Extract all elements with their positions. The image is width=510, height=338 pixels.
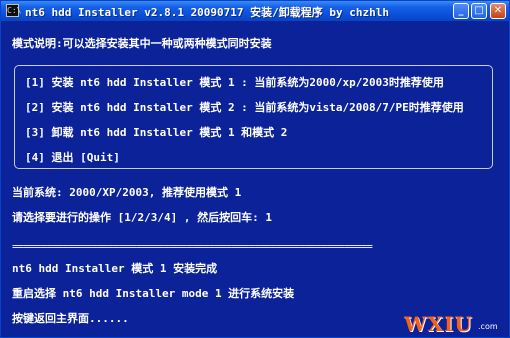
minimize-icon: _ (458, 5, 464, 16)
title-bar[interactable]: C:\ nt6 hdd Installer v2.8.1 20090717 安装… (1, 1, 509, 21)
watermark-logo: WXIU (404, 312, 473, 336)
maximize-button[interactable]: □ (471, 3, 487, 19)
maximize-icon: □ (474, 5, 484, 16)
menu-box: [1] 安装 nt6 hdd Installer 模式 1 : 当前系统为200… (14, 65, 493, 169)
install-result: nt6 hdd Installer 模式 1 安装完成 (12, 262, 218, 275)
console-window: C:\ nt6 hdd Installer v2.8.1 20090717 安装… (0, 0, 510, 338)
menu-item-1: [1] 安装 nt6 hdd Installer 模式 1 : 当前系统为200… (25, 76, 444, 89)
console-icon[interactable]: C:\ (6, 4, 21, 17)
divider-line: ========================================… (12, 240, 373, 253)
close-button[interactable]: ✕ (490, 3, 506, 19)
prompt-text: 请选择要进行的操作 [1/2/3/4] , 然后按回车: 1 (12, 211, 272, 224)
menu-item-2: [2] 安装 nt6 hdd Installer 模式 2 : 当前系统为vis… (25, 101, 464, 114)
console-output[interactable]: 模式说明:可以选择安装其中一种或两种模式同时安装 [1] 安装 nt6 hdd … (4, 22, 506, 336)
minimize-button[interactable]: _ (453, 3, 469, 19)
current-system-text: 当前系统: 2000/XP/2003, 推荐使用模式 1 (12, 186, 242, 199)
menu-item-4: [4] 退出 [Quit] (25, 151, 120, 164)
watermark-suffix: .com (478, 322, 498, 331)
close-icon: ✕ (493, 5, 503, 16)
mode-description: 模式说明:可以选择安装其中一种或两种模式同时安装 (12, 37, 272, 50)
window-title: nt6 hdd Installer v2.8.1 20090717 安装/卸载程… (25, 6, 390, 19)
restart-message: 重启选择 nt6 hdd Installer mode 1 进行系统安装 (12, 287, 295, 300)
menu-item-3: [3] 卸载 nt6 hdd Installer 模式 1 和模式 2 (25, 126, 288, 139)
back-message: 按键返回主界面...... (12, 312, 129, 325)
